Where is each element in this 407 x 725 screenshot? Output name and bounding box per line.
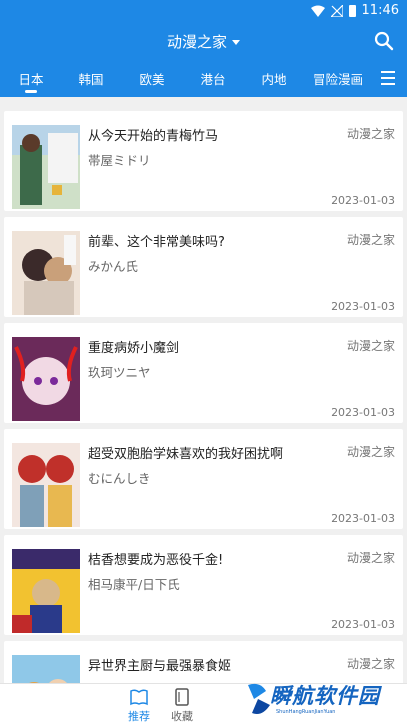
comic-card[interactable]: 从今天开始的青梅竹马 帯屋ミドリ 动漫之家 2023-01-03 [4, 111, 403, 211]
comic-date: 2023-01-03 [331, 194, 395, 207]
comic-title: 前辈、这个非常美味吗? [88, 235, 225, 250]
nav-favorites-label: 收藏 [171, 710, 193, 723]
battery-icon [348, 4, 356, 17]
watermark-subtitle: ShunHangRuanJianYuan [276, 709, 336, 715]
tab-hongkong-taiwan[interactable]: 港台 [200, 69, 225, 88]
comic-date: 2023-01-03 [331, 406, 395, 419]
comic-date: 2023-01-03 [331, 512, 395, 525]
app-title-dropdown[interactable]: 动漫之家 [0, 31, 407, 52]
comic-card[interactable]: 桔香想要成为恶役千金! 相马康平/日下氏 动漫之家 2023-01-03 [4, 535, 403, 635]
comic-author: みかん氏 [88, 259, 139, 274]
comic-cover [12, 231, 80, 315]
comic-author: 帯屋ミドリ [88, 153, 151, 168]
comic-author: 相马康平/日下氏 [88, 577, 180, 592]
comic-title: 桔香想要成为恶役千金! [88, 553, 224, 568]
category-tabs: 日本 韩国 欧美 港台 内地 冒险漫画 [0, 60, 407, 97]
comic-source: 动漫之家 [346, 233, 395, 247]
comic-source: 动漫之家 [346, 551, 395, 565]
comic-date: 2023-01-03 [331, 300, 395, 313]
tab-adventure[interactable]: 冒险漫画 [313, 69, 363, 88]
comic-source: 动漫之家 [346, 127, 395, 141]
active-tab-indicator [25, 90, 37, 93]
status-time: 11:46 [361, 3, 399, 18]
comic-cover [12, 125, 80, 209]
comic-title: 异世界主厨与最强暴食姬 [88, 659, 232, 674]
comic-author: むにんしき [88, 471, 151, 486]
comic-card[interactable]: 前辈、这个非常美味吗? みかん氏 动漫之家 2023-01-03 [4, 217, 403, 317]
menu-icon[interactable] [381, 71, 395, 85]
comic-cover [12, 549, 80, 633]
wifi-icon [310, 5, 325, 17]
comic-title: 重度病娇小魔剑 [88, 341, 180, 356]
status-icons: 11:46 [310, 3, 399, 18]
app-title: 动漫之家 [166, 33, 227, 51]
comic-author: 玖珂ツニヤ [88, 365, 151, 380]
comic-card[interactable]: 超受双胞胎学妹喜欢的我好困扰啊 むにんしき 动漫之家 2023-01-03 [4, 429, 403, 529]
nav-recommend[interactable]: 推荐 [119, 688, 159, 724]
watermark: 瞬航软件园 ShunHangRuanJianYuan [240, 675, 407, 725]
nav-recommend-label: 推荐 [128, 710, 150, 723]
signal-icon [330, 4, 343, 17]
comic-source: 动漫之家 [346, 339, 395, 353]
book-open-icon [130, 689, 148, 706]
comic-source: 动漫之家 [346, 445, 395, 459]
search-icon[interactable] [373, 30, 395, 52]
tab-japan[interactable]: 日本 [18, 69, 43, 88]
app-bar: 动漫之家 [0, 22, 407, 60]
comic-cover [12, 337, 80, 421]
comic-card[interactable]: 重度病娇小魔剑 玖珂ツニヤ 动漫之家 2023-01-03 [4, 323, 403, 423]
tab-europe-america[interactable]: 欧美 [139, 69, 164, 88]
comic-title: 从今天开始的青梅竹马 [88, 129, 219, 144]
chevron-down-icon [232, 40, 240, 45]
comic-title: 超受双胞胎学妹喜欢的我好困扰啊 [88, 447, 284, 462]
status-bar: 11:46 [0, 0, 407, 22]
bookmark-book-icon [175, 688, 189, 706]
nav-favorites[interactable]: 收藏 [162, 688, 202, 724]
comic-source: 动漫之家 [346, 657, 395, 671]
comic-cover [12, 443, 80, 527]
comic-date: 2023-01-03 [331, 618, 395, 631]
tab-mainland[interactable]: 内地 [261, 69, 286, 88]
watermark-title: 瞬航软件园 [270, 684, 380, 708]
tab-korea[interactable]: 韩国 [78, 69, 103, 88]
